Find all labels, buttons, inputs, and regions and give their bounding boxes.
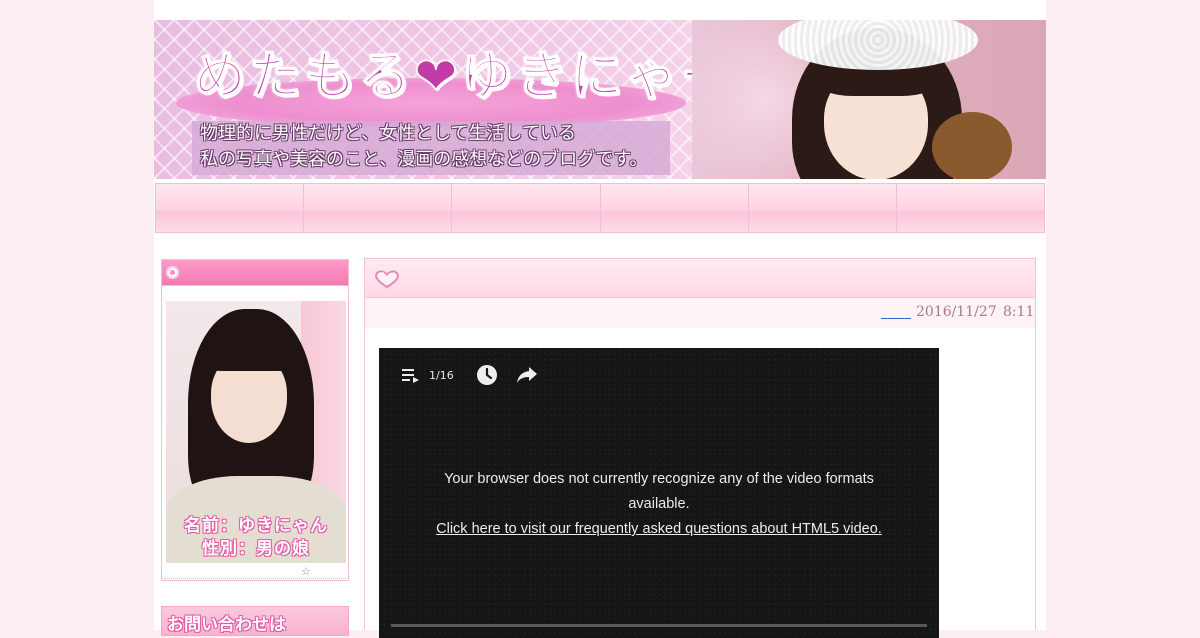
tagline-line-2: 私の写真や美容のこと、漫画の感想などのブログです。	[200, 149, 648, 170]
star-icon[interactable]: ☆	[301, 565, 311, 578]
video-unsupported-message: Your browser does not currently recogniz…	[444, 471, 874, 512]
post-date: 2016/11/27	[916, 304, 997, 320]
contact-banner-text: お問い合わせは	[167, 615, 286, 635]
author-link[interactable]	[881, 304, 911, 319]
post-time: 8:11	[1003, 304, 1035, 320]
article: 2016/11/27 8:11 1/16 Your browser does n…	[364, 258, 1036, 638]
main-nav	[155, 183, 1046, 233]
nav-item-2[interactable]	[303, 183, 452, 233]
header-photo	[692, 20, 1046, 179]
share-icon[interactable]	[516, 365, 538, 385]
tagline-line-1: 物理的に男性だけど、女性として生活している	[200, 123, 577, 144]
profile-photo[interactable]: 名前：ゆきにゃん 性別：男の娘	[166, 301, 346, 563]
contact-banner[interactable]: お問い合わせは	[161, 606, 349, 636]
page-container: めたもる❤ゆきにゃー 物理的に男性だけど、女性として生活している 私の写真や美容…	[154, 0, 1046, 638]
sidebar-profile-header	[162, 260, 348, 286]
profile-caption-gender: 性別：男の娘	[202, 539, 310, 559]
heart-icon	[375, 270, 399, 289]
video-progress-bar[interactable]	[391, 624, 927, 627]
html5-faq-link[interactable]: Click here to visit our frequently asked…	[419, 517, 899, 542]
article-meta: 2016/11/27 8:11	[365, 298, 1035, 328]
sidebar-profile-box: 名前：ゆきにゃん 性別：男の娘 ☆	[161, 259, 349, 581]
nav-item-3[interactable]	[451, 183, 600, 233]
teddy-bear-image	[932, 112, 1012, 179]
flower-icon	[166, 266, 179, 279]
header-banner[interactable]: めたもる❤ゆきにゃー 物理的に男性だけど、女性として生活している 私の写真や美容…	[154, 20, 1046, 179]
watch-later-icon[interactable]	[476, 364, 498, 386]
site-tagline: 物理的に男性だけど、女性として生活している 私の写真や美容のこと、漫画の感想など…	[192, 121, 670, 175]
article-title-bar	[365, 259, 1035, 298]
nav-item-6[interactable]	[895, 183, 1046, 233]
playlist-icon[interactable]	[401, 366, 421, 384]
video-controls: 1/16	[401, 364, 538, 386]
site-title[interactable]: めたもる❤ゆきにゃー	[193, 34, 736, 109]
playlist-position: 1/16	[429, 368, 454, 382]
video-player[interactable]: 1/16 Your browser does not currently rec…	[379, 348, 939, 638]
nav-item-1[interactable]	[155, 183, 304, 233]
divider	[164, 578, 346, 579]
nav-item-4[interactable]	[599, 183, 748, 233]
nav-item-5[interactable]	[747, 183, 896, 233]
profile-caption-name: 名前：ゆきにゃん	[184, 516, 328, 536]
